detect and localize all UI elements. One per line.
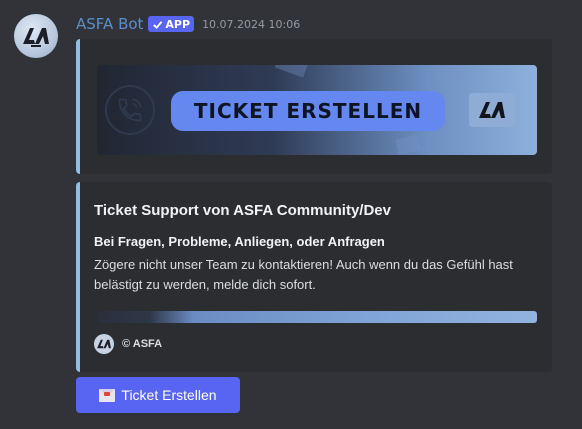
ticket-create-button[interactable]: Ticket Erstellen <box>76 377 240 413</box>
ticket-create-label: Ticket Erstellen <box>121 387 217 403</box>
asfa-logo-icon <box>479 102 505 118</box>
phone-icon <box>118 98 142 122</box>
asfa-logo-icon <box>97 339 111 349</box>
app-badge: APP <box>148 16 195 32</box>
phone-badge <box>105 85 155 135</box>
message-header: ASFA Bot APP 10.07.2024 10:06 <box>76 14 300 34</box>
footer-logo <box>94 334 114 354</box>
embed-description: Zögere nicht unser Team zu kontaktieren!… <box>94 257 513 292</box>
envelope-icon <box>99 388 116 402</box>
asfa-logo-icon <box>23 28 49 47</box>
banner-embed: TICKET ERSTELLEN <box>76 39 552 174</box>
info-embed: Ticket Support von ASFA Community/Dev Be… <box>76 182 552 372</box>
embed-title: Ticket Support von ASFA Community/Dev <box>94 202 391 219</box>
ticket-banner-image[interactable]: TICKET ERSTELLEN <box>97 65 537 155</box>
app-badge-label: APP <box>165 17 191 31</box>
banner-logo <box>469 93 515 127</box>
bot-avatar[interactable] <box>14 14 58 58</box>
checkmark-icon <box>153 20 163 29</box>
author-name[interactable]: ASFA Bot <box>76 15 143 33</box>
footer-text: © ASFA <box>122 338 163 350</box>
embed-footer: © ASFA <box>94 334 162 354</box>
banner-ticket-text: TICKET ERSTELLEN <box>171 91 445 131</box>
message-timestamp[interactable]: 10.07.2024 10:06 <box>202 18 300 31</box>
embed-image-strip[interactable] <box>97 311 537 323</box>
embed-subheading: Bei Fragen, Probleme, Anliegen, oder Anf… <box>94 234 385 249</box>
